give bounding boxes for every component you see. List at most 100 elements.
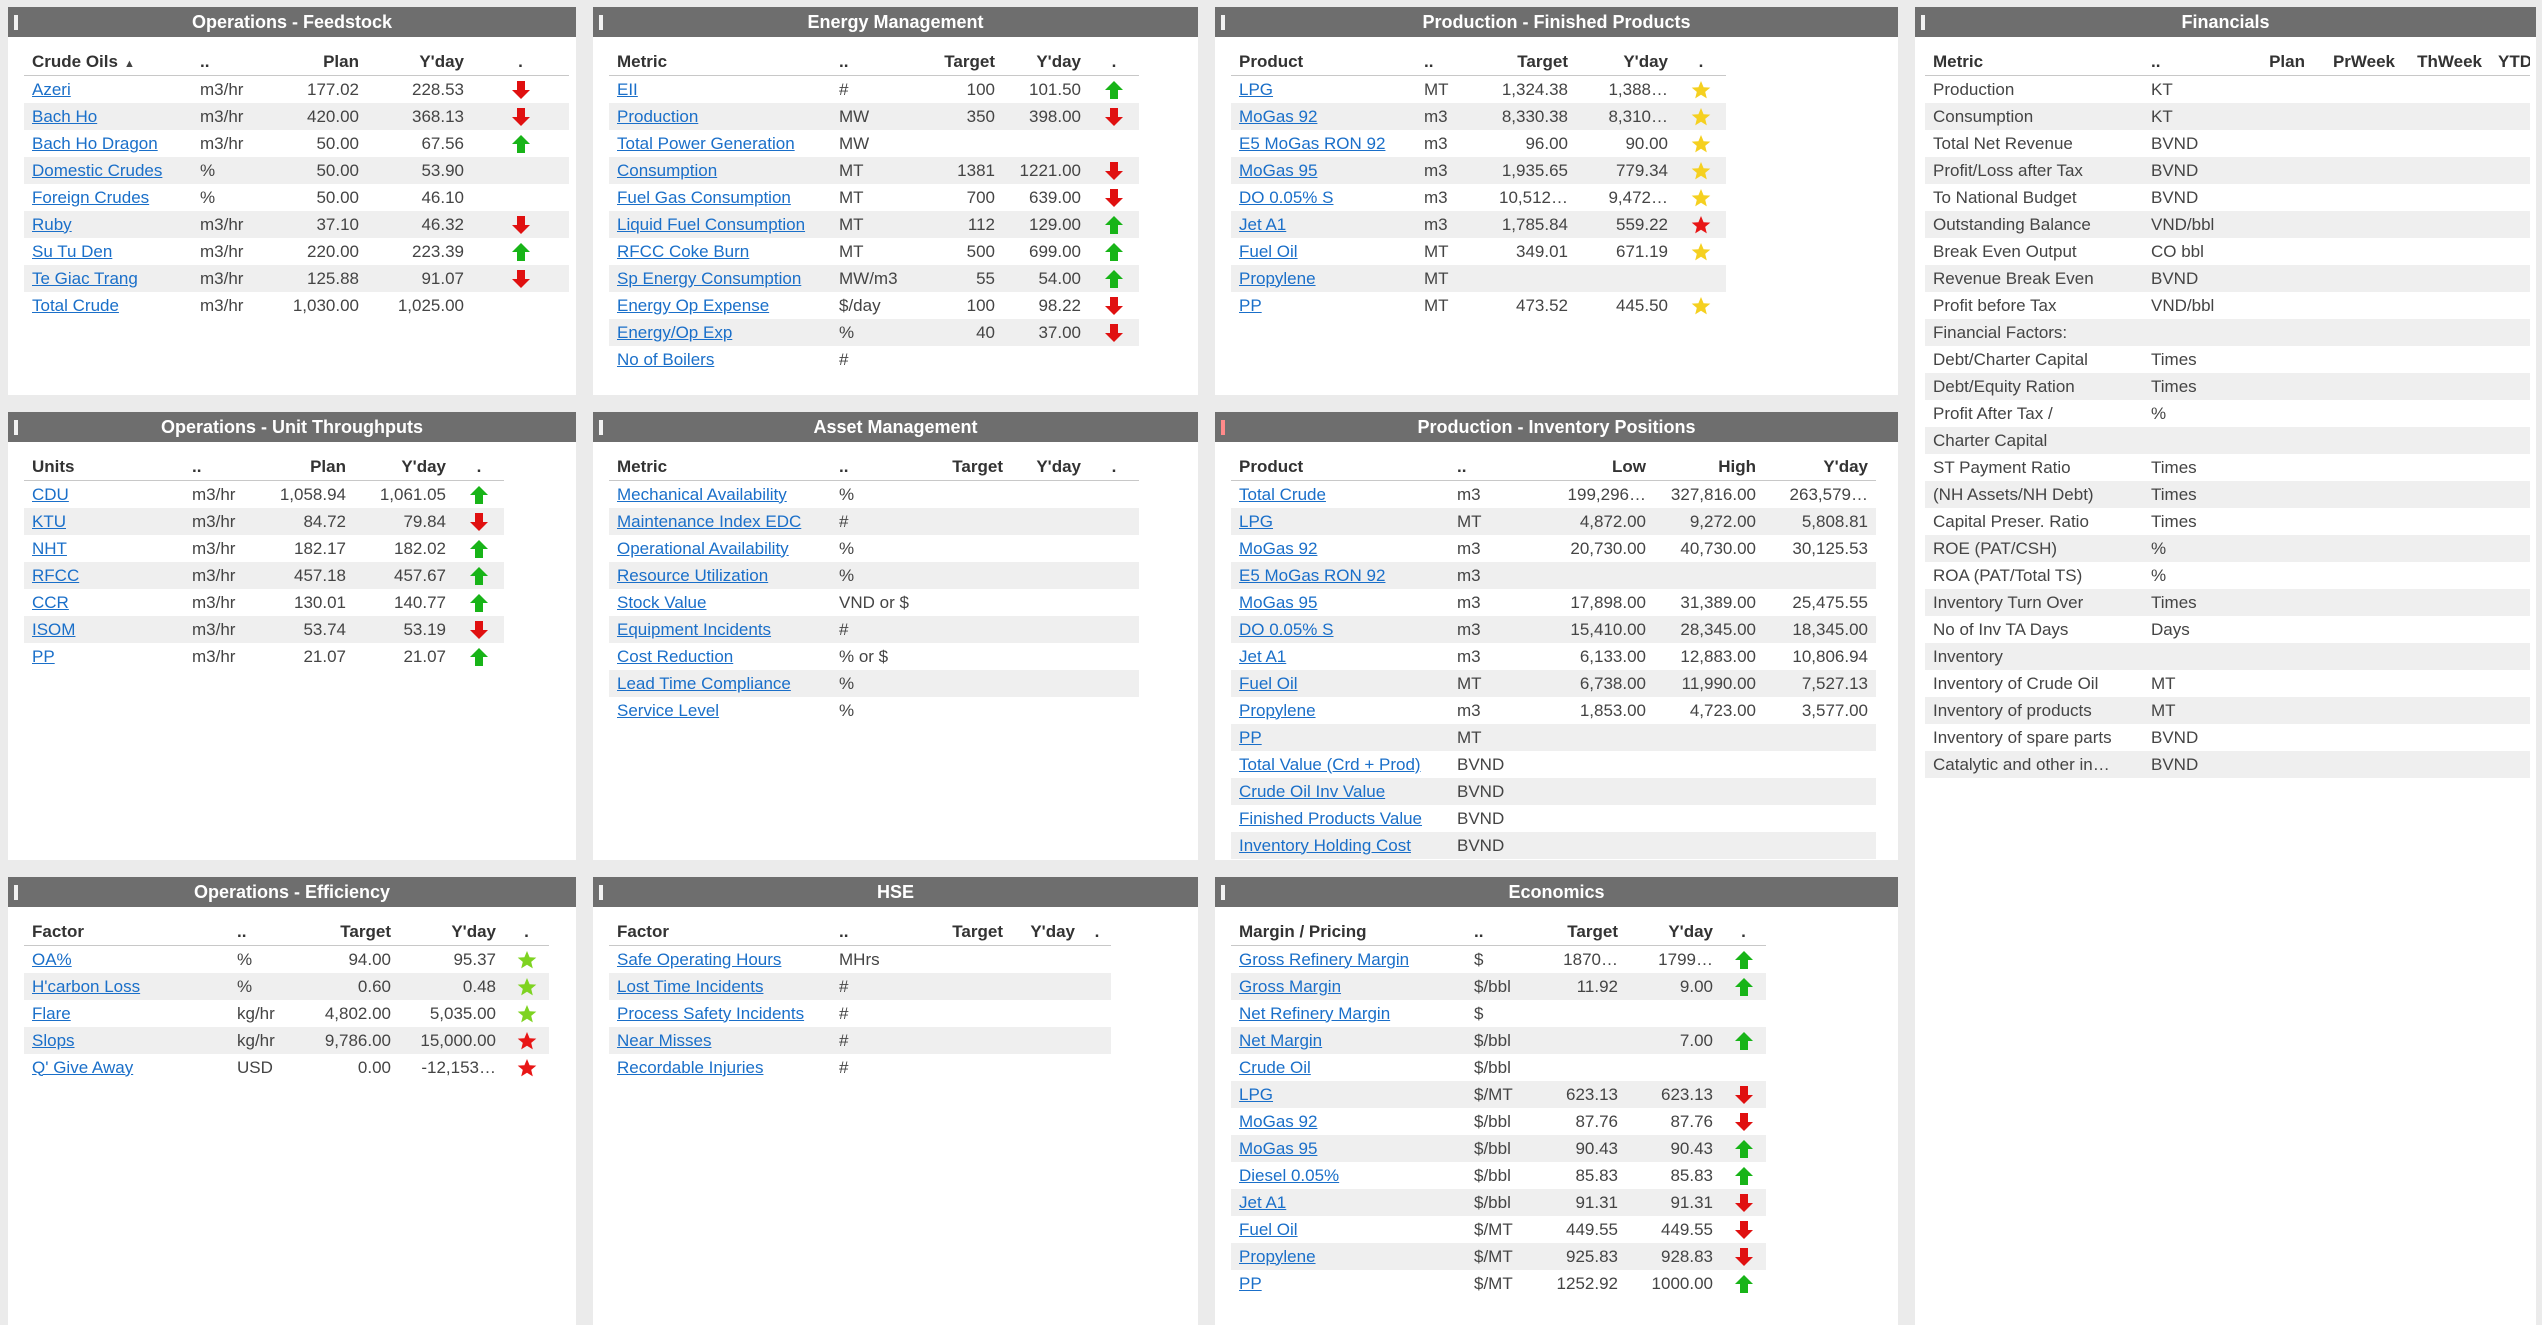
metric-link[interactable]: Fuel Oil xyxy=(1239,242,1298,261)
metric-link[interactable]: Azeri xyxy=(32,80,71,99)
metric-link[interactable]: Liquid Fuel Consumption xyxy=(617,215,805,234)
drag-handle-icon[interactable] xyxy=(1221,420,1225,435)
metric-link[interactable]: Jet A1 xyxy=(1239,1193,1286,1212)
row-name-cell[interactable]: Near Misses xyxy=(609,1027,831,1054)
metric-link[interactable]: Sp Energy Consumption xyxy=(617,269,801,288)
metric-link[interactable]: OA% xyxy=(32,950,72,969)
row-name-cell[interactable]: Sp Energy Consumption xyxy=(609,265,831,292)
metric-link[interactable]: DO 0.05% S xyxy=(1239,620,1334,639)
column-header[interactable]: . xyxy=(1089,454,1139,481)
metric-link[interactable]: NHT xyxy=(32,539,67,558)
column-header[interactable]: .. xyxy=(831,919,931,946)
column-header[interactable]: Target xyxy=(931,454,1011,481)
metric-link[interactable]: Equipment Incidents xyxy=(617,620,771,639)
column-header[interactable]: Y'day xyxy=(1011,919,1083,946)
metric-link[interactable]: MoGas 95 xyxy=(1239,1139,1317,1158)
metric-link[interactable]: LPG xyxy=(1239,512,1273,531)
column-header[interactable]: .. xyxy=(831,454,931,481)
drag-handle-icon[interactable] xyxy=(599,885,603,900)
drag-handle-icon[interactable] xyxy=(1921,15,1925,30)
row-name-cell[interactable]: MoGas 92 xyxy=(1231,535,1449,562)
column-header[interactable]: .. xyxy=(831,49,931,76)
drag-handle-icon[interactable] xyxy=(599,15,603,30)
metric-link[interactable]: MoGas 95 xyxy=(1239,593,1317,612)
row-name-cell[interactable]: Su Tu Den xyxy=(24,238,192,265)
metric-link[interactable]: Ruby xyxy=(32,215,72,234)
row-name-cell[interactable]: Fuel Gas Consumption xyxy=(609,184,831,211)
metric-link[interactable]: Lead Time Compliance xyxy=(617,674,791,693)
metric-link[interactable]: Service Level xyxy=(617,701,719,720)
column-header[interactable]: Target xyxy=(931,919,1011,946)
row-name-cell[interactable]: Gross Refinery Margin xyxy=(1231,946,1466,974)
row-name-cell[interactable]: Flare xyxy=(24,1000,229,1027)
row-name-cell[interactable]: Finished Products Value xyxy=(1231,805,1449,832)
metric-link[interactable]: Propylene xyxy=(1239,1247,1316,1266)
metric-link[interactable]: Crude Oil xyxy=(1239,1058,1311,1077)
metric-link[interactable]: Crude Oil Inv Value xyxy=(1239,782,1385,801)
row-name-cell[interactable]: Fuel Oil xyxy=(1231,1216,1466,1243)
row-name-cell[interactable]: Domestic Crudes xyxy=(24,157,192,184)
row-name-cell[interactable]: ISOM xyxy=(24,616,184,643)
metric-link[interactable]: Bach Ho Dragon xyxy=(32,134,158,153)
metric-link[interactable]: Propylene xyxy=(1239,701,1316,720)
drag-handle-icon[interactable] xyxy=(1221,885,1225,900)
row-name-cell[interactable]: E5 MoGas RON 92 xyxy=(1231,562,1449,589)
metric-link[interactable]: Near Misses xyxy=(617,1031,711,1050)
metric-link[interactable]: Fuel Oil xyxy=(1239,1220,1298,1239)
metric-link[interactable]: RFCC xyxy=(32,566,79,585)
column-header[interactable]: Metric xyxy=(609,454,831,481)
column-header[interactable]: . xyxy=(1721,919,1766,946)
column-header[interactable]: . xyxy=(1676,49,1726,76)
row-name-cell[interactable]: Propylene xyxy=(1231,1243,1466,1270)
metric-link[interactable]: LPG xyxy=(1239,1085,1273,1104)
row-name-cell[interactable]: Cost Reduction xyxy=(609,643,831,670)
row-name-cell[interactable]: PP xyxy=(1231,1270,1466,1297)
row-name-cell[interactable]: Mechanical Availability xyxy=(609,481,831,509)
row-name-cell[interactable]: CDU xyxy=(24,481,184,509)
metric-link[interactable]: Domestic Crudes xyxy=(32,161,162,180)
column-header[interactable]: Y'day xyxy=(1003,49,1089,76)
row-name-cell[interactable]: Process Safety Incidents xyxy=(609,1000,831,1027)
column-header[interactable]: .. xyxy=(1449,454,1539,481)
metric-link[interactable]: PP xyxy=(1239,1274,1262,1293)
column-header[interactable]: .. xyxy=(192,49,267,76)
drag-handle-icon[interactable] xyxy=(1221,15,1225,30)
metric-link[interactable]: Recordable Injuries xyxy=(617,1058,763,1077)
row-name-cell[interactable]: Total Power Generation xyxy=(609,130,831,157)
column-header[interactable]: Metric xyxy=(1925,49,2143,76)
row-name-cell[interactable]: OA% xyxy=(24,946,229,974)
column-header[interactable]: PrWeek xyxy=(2313,49,2403,76)
row-name-cell[interactable]: LPG xyxy=(1231,76,1416,104)
row-name-cell[interactable]: Consumption xyxy=(609,157,831,184)
metric-link[interactable]: Inventory Holding Cost xyxy=(1239,836,1411,855)
metric-link[interactable]: Slops xyxy=(32,1031,75,1050)
metric-link[interactable]: Total Value (Crd + Prod) xyxy=(1239,755,1421,774)
metric-link[interactable]: Process Safety Incidents xyxy=(617,1004,804,1023)
row-name-cell[interactable]: Bach Ho Dragon xyxy=(24,130,192,157)
metric-link[interactable]: Fuel Gas Consumption xyxy=(617,188,791,207)
row-name-cell[interactable]: Total Crude xyxy=(24,292,192,319)
metric-link[interactable]: Total Crude xyxy=(32,296,119,315)
row-name-cell[interactable]: MoGas 95 xyxy=(1231,589,1449,616)
column-header[interactable]: Target xyxy=(1476,49,1576,76)
row-name-cell[interactable]: Q' Give Away xyxy=(24,1054,229,1081)
row-name-cell[interactable]: Jet A1 xyxy=(1231,1189,1466,1216)
column-header[interactable]: Plan xyxy=(254,454,354,481)
row-name-cell[interactable]: NHT xyxy=(24,535,184,562)
column-header[interactable]: Target xyxy=(299,919,399,946)
metric-link[interactable]: Stock Value xyxy=(617,593,706,612)
metric-link[interactable]: Energy/Op Exp xyxy=(617,323,732,342)
row-name-cell[interactable]: Crude Oil xyxy=(1231,1054,1466,1081)
row-name-cell[interactable]: MoGas 92 xyxy=(1231,1108,1466,1135)
metric-link[interactable]: Net Refinery Margin xyxy=(1239,1004,1390,1023)
column-header[interactable]: YTD xyxy=(2490,49,2530,76)
column-header[interactable]: .. xyxy=(1416,49,1476,76)
row-name-cell[interactable]: Operational Availability xyxy=(609,535,831,562)
row-name-cell[interactable]: Equipment Incidents xyxy=(609,616,831,643)
metric-link[interactable]: Gross Refinery Margin xyxy=(1239,950,1409,969)
metric-link[interactable]: Resource Utilization xyxy=(617,566,768,585)
row-name-cell[interactable]: EII xyxy=(609,76,831,104)
column-header[interactable]: High xyxy=(1654,454,1764,481)
column-header[interactable]: Plan xyxy=(2238,49,2313,76)
metric-link[interactable]: CDU xyxy=(32,485,69,504)
